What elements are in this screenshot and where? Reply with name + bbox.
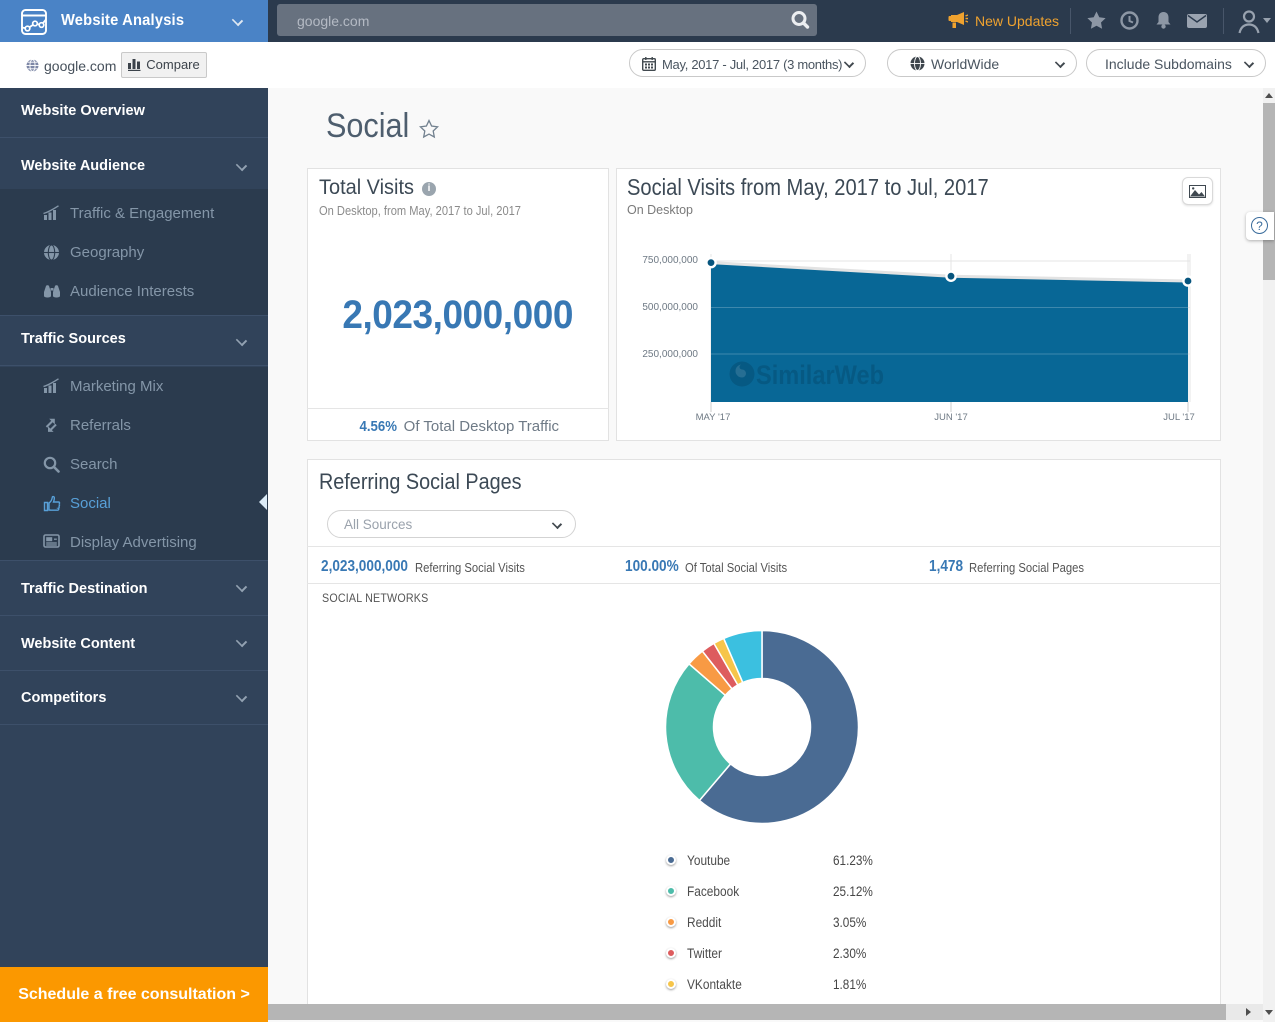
svg-text:SimilarWeb: SimilarWeb (756, 360, 884, 390)
